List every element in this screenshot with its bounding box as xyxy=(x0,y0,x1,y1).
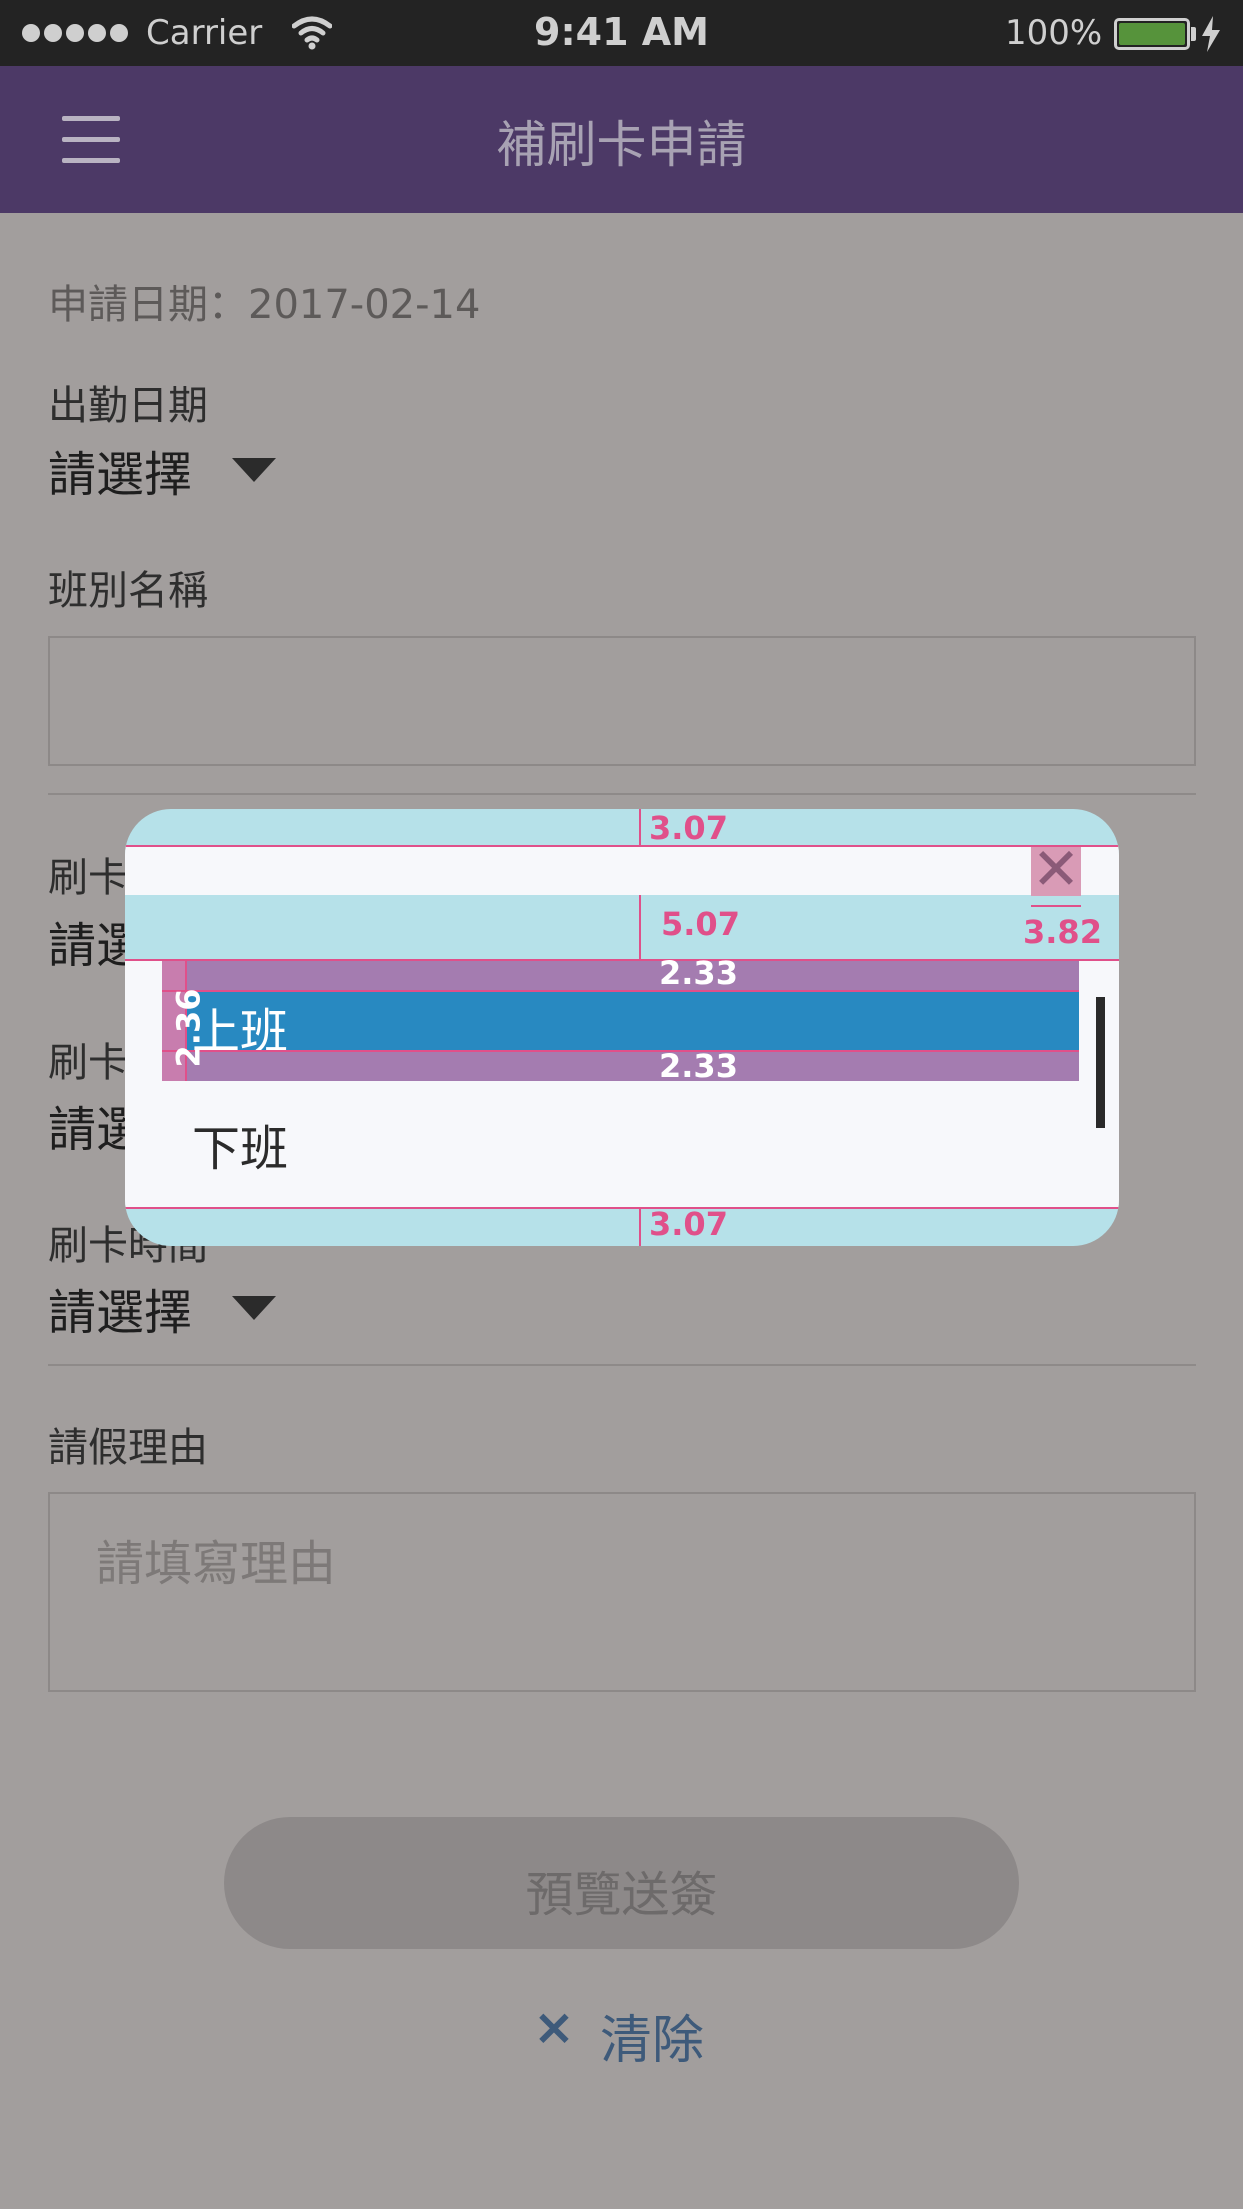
spec-line xyxy=(162,990,1079,992)
spec-line xyxy=(639,1207,641,1246)
spec-line xyxy=(1031,905,1081,907)
battery-percent: 100% xyxy=(1005,13,1103,53)
spec-line xyxy=(125,959,1119,961)
reason-label: 請假理由 xyxy=(48,1425,208,1471)
status-bar: Carrier 9:41 AM 100% xyxy=(0,0,1243,66)
battery-icon xyxy=(1114,18,1190,50)
punch-time-value: 請選擇 xyxy=(48,1285,193,1341)
attendance-date-value: 請選擇 xyxy=(48,447,193,503)
modal-header xyxy=(125,845,1119,895)
option-item[interactable]: 下班 xyxy=(192,1109,1042,1199)
punch-time-select[interactable]: 請選擇 xyxy=(48,1273,277,1343)
shift-name-label: 班別名稱 xyxy=(48,568,208,614)
dropdown-caret-icon xyxy=(232,458,277,482)
spec-close-size: 3.82 xyxy=(1023,913,1102,951)
scrollbar[interactable] xyxy=(1096,997,1105,1128)
spec-line xyxy=(639,895,641,959)
spec-header-gap: 5.07 xyxy=(661,905,740,943)
dropdown-caret-icon xyxy=(232,1296,277,1320)
option-label: 下班 xyxy=(192,1121,289,1177)
spec-top-padding: 3.07 xyxy=(649,809,728,847)
spec-bottom-padding: 3.07 xyxy=(649,1205,728,1243)
shift-name-field[interactable] xyxy=(48,636,1196,766)
preview-submit-label: 預覽送簽 xyxy=(525,1867,718,1923)
reason-placeholder: 請填寫理由 xyxy=(96,1536,337,1592)
reason-textarea[interactable]: 請填寫理由 xyxy=(48,1492,1196,1692)
punch-category-label: 刷卡 xyxy=(48,1040,128,1086)
spec-band-bottom: 2.33 xyxy=(659,1047,738,1085)
attendance-date-label: 出勤日期 xyxy=(48,383,208,429)
option-picker-modal: ✕ 上班 下班 3.07 5.07 3.82 2.33 2.33 2.36 3.… xyxy=(125,809,1119,1246)
spacing-band-top xyxy=(162,959,1079,990)
clear-icon[interactable]: × xyxy=(533,1998,575,2056)
attendance-date-select[interactable]: 請選擇 xyxy=(48,435,277,505)
divider xyxy=(48,1364,1196,1366)
option-item-selected[interactable]: 上班 xyxy=(162,990,1079,1060)
spec-line xyxy=(162,1050,1079,1052)
spec-line xyxy=(125,1207,1119,1209)
spec-side: 2.36 xyxy=(169,988,208,1068)
close-icon[interactable]: ✕ xyxy=(1031,839,1081,899)
spec-band-top: 2.33 xyxy=(659,954,738,992)
charging-bolt-icon xyxy=(1202,16,1220,52)
punch-type-label: 刷卡 xyxy=(48,855,128,901)
spacing-band-bottom xyxy=(162,1050,1079,1081)
battery-cap xyxy=(1191,27,1196,41)
clear-button[interactable]: 清除 xyxy=(600,1998,704,2073)
apply-date: 申請日期：2017-02-14 xyxy=(48,282,481,328)
divider xyxy=(48,793,1196,795)
spec-line xyxy=(125,845,1119,847)
page-title: 補刷卡申請 xyxy=(496,116,747,174)
spec-line xyxy=(639,809,641,845)
